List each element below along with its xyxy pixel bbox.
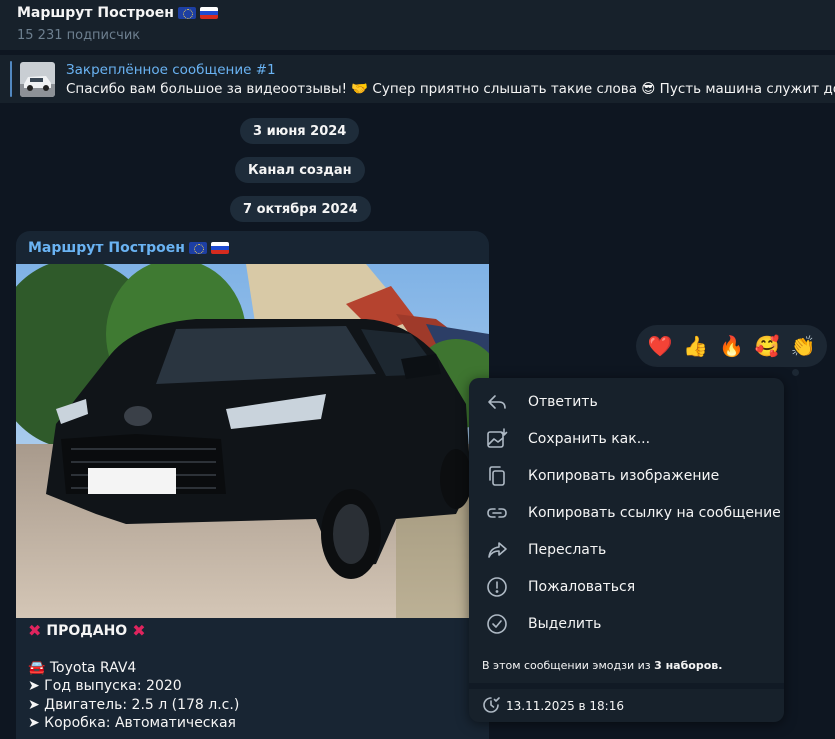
ru-flag-icon [199,7,218,19]
eu-flag-icon [188,242,207,254]
car-photo[interactable] [16,264,489,618]
menu-item-reply[interactable]: Ответить [469,383,784,420]
menu-label: Ответить [528,393,598,410]
reaction-picker[interactable]: ❤️ 👍 🔥 🥰 👏 [636,325,827,367]
pinned-indicator [10,61,12,97]
reaction-clap[interactable]: 👏 [791,336,816,356]
service-message-pill: Канал создан [235,157,365,183]
reaction-heart[interactable]: ❤️ [647,336,672,356]
reaction-thumbs-up[interactable]: 👍 [683,336,708,356]
pinned-thumbnail [20,62,55,97]
ru-flag-icon [210,242,229,254]
message-bubble[interactable]: Маршрут Построен ✖ ПРОДАНО ✖ 🚘 Toyota RA… [16,231,489,739]
copy-icon [489,466,505,486]
car-model-line: 🚘 Toyota RAV4 [28,659,137,676]
menu-item-report[interactable]: Пожаловаться [469,568,784,605]
message-timestamp: 13.11.2025 в 18:16 [506,698,624,713]
sold-line: ✖ ПРОДАНО ✖ [28,621,239,641]
select-icon [487,614,507,634]
menu-label: Копировать ссылку на сообщение [528,504,781,521]
emoji-note-count: 3 наборов. [654,659,723,672]
menu-item-select[interactable]: Выделить [469,605,784,642]
emoji-sets-note[interactable]: В этом сообщении эмодзи из 3 наборов. [482,659,722,672]
context-menu[interactable]: Ответить Сохранить как... Копировать изо… [469,378,784,722]
link-icon [487,508,507,518]
menu-item-forward[interactable]: Переслать [469,531,784,568]
reaction-fire[interactable]: 🔥 [719,336,744,356]
cross-mark-icon: ✖ [132,621,146,640]
menu-label: Переслать [528,541,607,558]
pinned-title: Закреплённое сообщение #1 [66,62,276,78]
forward-icon [488,542,507,558]
gearbox-line: ➤ Коробка: Автоматическая [28,715,236,731]
menu-label: Сохранить как... [528,430,651,447]
menu-item-copy-image[interactable]: Копировать изображение [469,457,784,494]
menu-label: Выделить [528,615,602,632]
message-timestamp-row: 13.11.2025 в 18:16 [469,689,784,722]
menu-item-save-as[interactable]: Сохранить как... [469,420,784,457]
message-author: Маршрут Построен [28,240,185,256]
year-line: ➤ Год выпуска: 2020 [28,678,182,694]
menu-label: Пожаловаться [528,578,636,595]
reaction-smiling-hearts[interactable]: 🥰 [755,336,780,356]
pinned-text: Спасибо вам большое за видеоотзывы! 🤝 Су… [66,81,835,97]
chat-header[interactable]: Маршрут Построен 15 231 подписчик [0,0,835,50]
reply-icon [488,395,506,409]
save-image-icon [487,428,508,448]
date-pill: 7 октября 2024 [230,196,371,222]
clock-check-icon [483,697,500,713]
channel-title-row[interactable]: Маршрут Построен [17,4,835,22]
eu-flag-icon [177,7,196,19]
subscriber-count: 15 231 подписчик [17,28,141,43]
report-icon [487,577,507,597]
message-text: ✖ ПРОДАНО ✖ 🚘 Toyota RAV4 ➤ Год выпуска:… [28,621,240,733]
date-pill: 3 июня 2024 [240,118,360,144]
menu-label: Копировать изображение [528,467,720,484]
channel-title: Маршрут Построен [17,5,174,21]
emoji-note-prefix: В этом сообщении эмодзи из [482,659,655,672]
sold-label: ПРОДАНО [46,623,128,639]
message-author-row[interactable]: Маршрут Построен [28,240,229,256]
menu-item-copy-link[interactable]: Копировать ссылку на сообщение [469,494,784,531]
cross-mark-icon: ✖ [28,621,42,640]
engine-line: ➤ Двигатель: 2.5 л (178 л.с.) [28,696,240,713]
pinned-message-bar[interactable]: Закреплённое сообщение #1 Спасибо вам бо… [0,55,835,103]
reaction-picker-tail [792,369,799,376]
